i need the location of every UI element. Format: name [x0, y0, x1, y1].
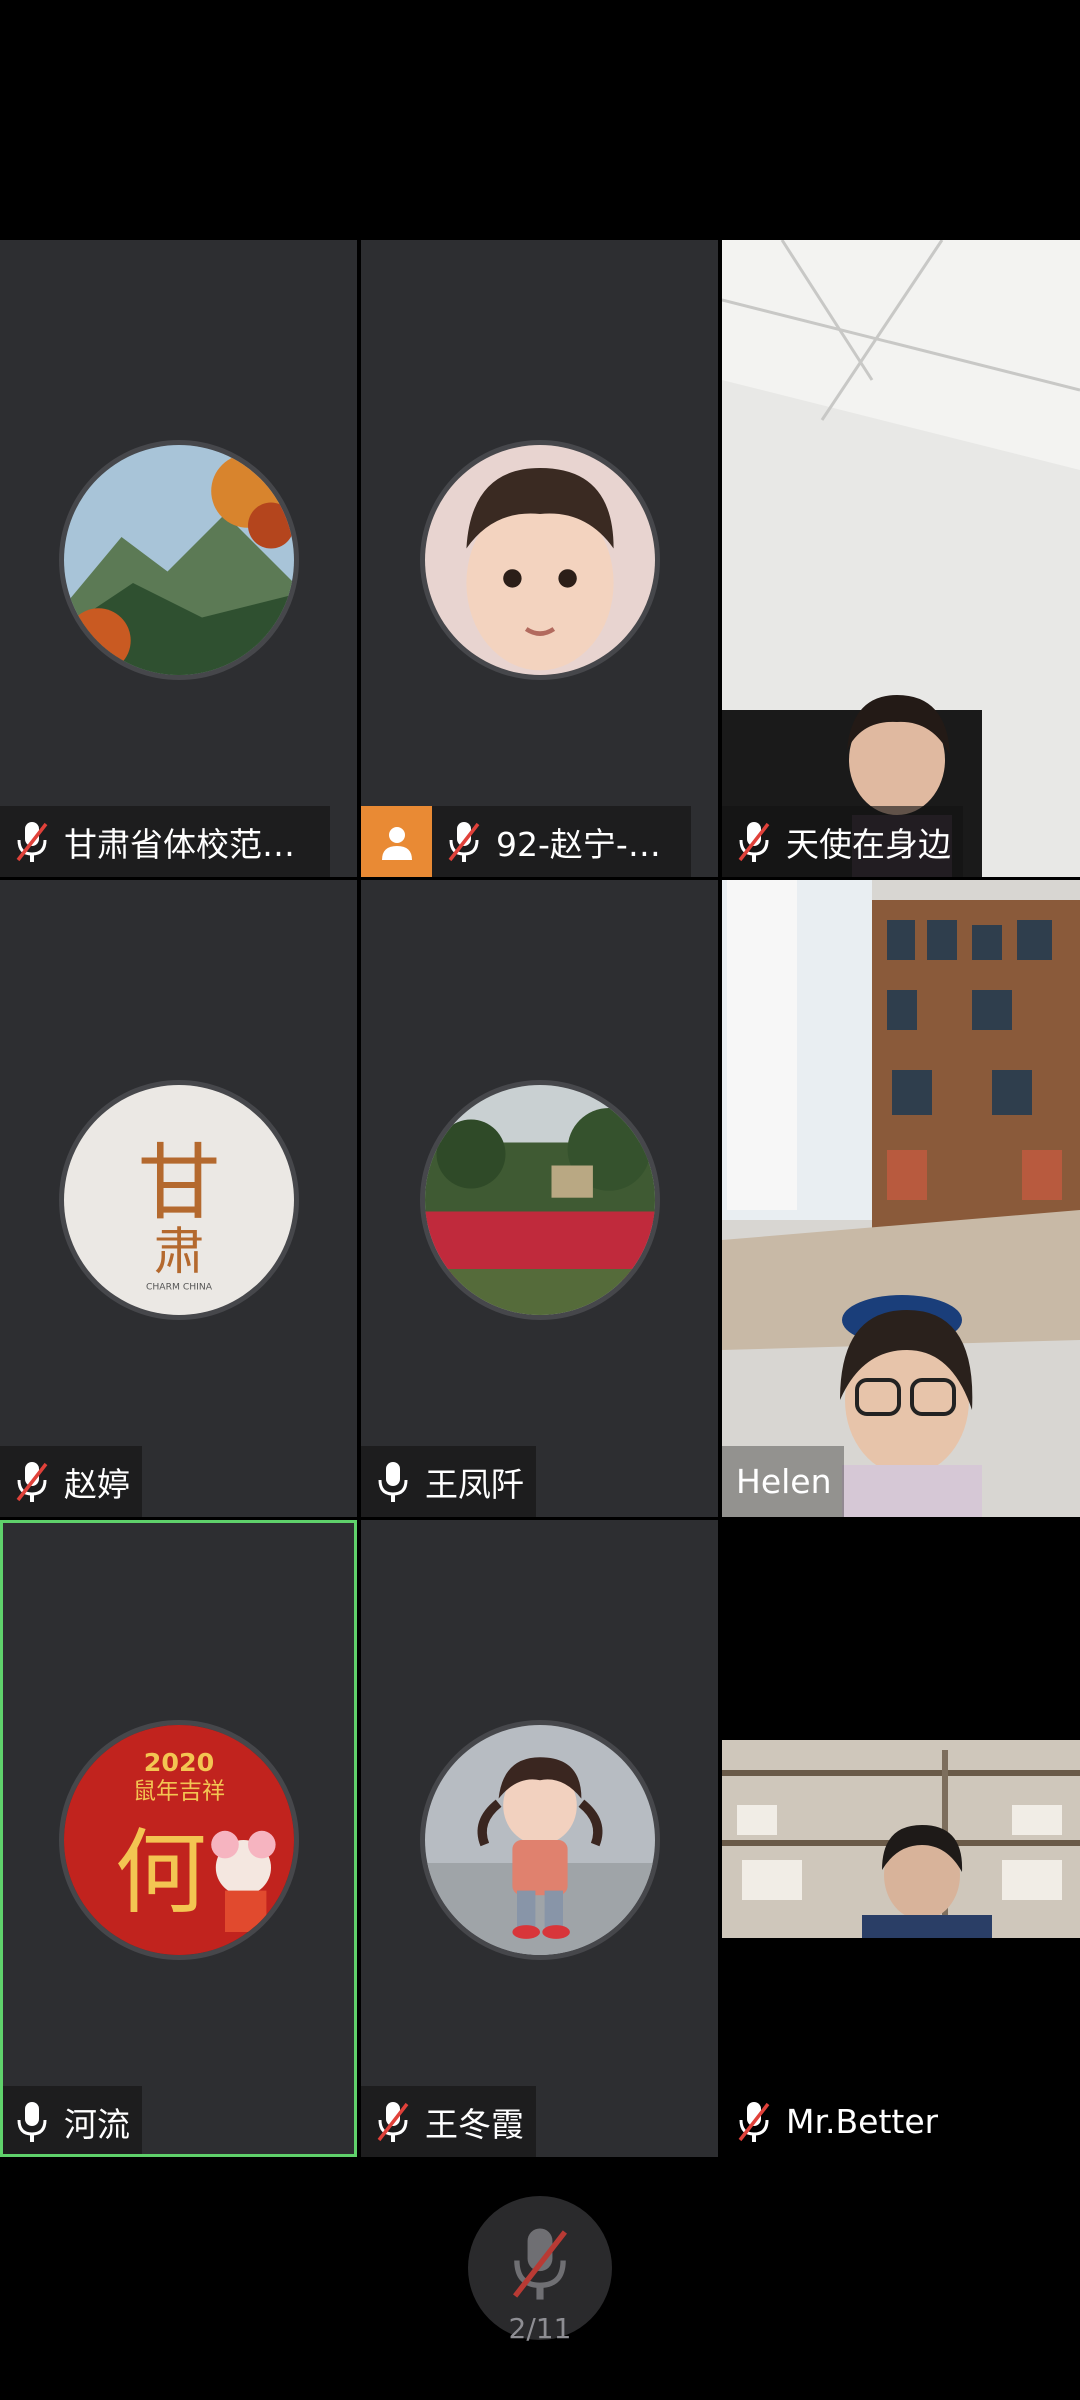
name-tag: 甘肃省体校范剑...	[0, 806, 330, 877]
mic-muted-icon	[738, 821, 770, 862]
mic-muted-icon	[377, 2101, 409, 2142]
participant-name: 赵婷	[64, 1464, 130, 1504]
video-feed	[722, 880, 1080, 1517]
participant-video-tile[interactable]: Mr.Better	[722, 1520, 1080, 2157]
avatar: 2020 鼠年吉祥 何	[59, 1720, 299, 1960]
video-feed	[722, 240, 1080, 877]
participant-tile[interactable]: 王冬霞	[361, 1520, 718, 2157]
name-tag: Helen	[722, 1446, 844, 1517]
video-grid: 甘肃省体校范剑... 92-赵宁-省... 天使在身边 甘 肃 CHARM CH…	[0, 240, 1080, 2157]
avatar	[420, 1720, 660, 1960]
name-tag: 河流	[3, 2086, 142, 2154]
participant-name: 甘肃省体校范剑...	[64, 824, 318, 864]
mic-icon	[378, 1461, 408, 1502]
participant-name: 92-赵宁-省...	[496, 824, 679, 864]
participant-name: 王凤阡	[425, 1464, 524, 1504]
participant-tile[interactable]: 甘 肃 CHARM CHINA 赵婷	[0, 880, 357, 1517]
avatar: 甘 肃 CHARM CHINA	[59, 1080, 299, 1320]
mic-muted-icon	[16, 821, 48, 862]
name-tag: 赵婷	[0, 1446, 142, 1517]
mic-muted-icon	[448, 821, 480, 862]
name-tag: Mr.Better	[722, 2086, 950, 2157]
svg-text:2020: 2020	[144, 1748, 214, 1777]
participant-name: 天使在身边	[786, 824, 951, 864]
video-feed	[722, 1520, 1080, 2157]
participant-tile[interactable]: 王凤阡	[361, 880, 718, 1517]
participant-name: Mr.Better	[786, 2102, 939, 2141]
svg-text:甘: 甘	[138, 1135, 221, 1232]
name-tag: 天使在身边	[722, 806, 963, 877]
mic-icon	[17, 2101, 47, 2142]
mic-muted-icon	[513, 2228, 567, 2300]
participant-name: 王冬霞	[425, 2104, 524, 2144]
host-badge	[361, 806, 432, 877]
participant-tile-active-speaker[interactable]: 2020 鼠年吉祥 何 河流	[0, 1520, 357, 2157]
name-tag: 92-赵宁-省...	[361, 806, 691, 877]
avatar	[420, 440, 660, 680]
mic-muted-icon	[738, 2101, 770, 2142]
participant-video-tile[interactable]: Helen	[722, 880, 1080, 1517]
name-tag: 王冬霞	[361, 2086, 536, 2157]
participant-name: Helen	[736, 1462, 832, 1501]
svg-text:肃: 肃	[154, 1222, 205, 1281]
participant-tile[interactable]: 92-赵宁-省...	[361, 240, 718, 877]
svg-text:鼠年吉祥: 鼠年吉祥	[133, 1779, 225, 1805]
avatar	[420, 1080, 660, 1320]
name-tag: 王凤阡	[361, 1446, 536, 1517]
mic-muted-icon	[16, 1461, 48, 1502]
logo-text: CHARM CHINA	[146, 1282, 213, 1293]
participant-name: 河流	[64, 2104, 130, 2144]
svg-text:何: 何	[115, 1819, 207, 1926]
page-indicator: 2/11	[508, 2312, 572, 2345]
person-icon	[381, 826, 412, 860]
avatar	[59, 440, 299, 680]
participant-tile[interactable]: 甘肃省体校范剑...	[0, 240, 357, 877]
participant-video-tile[interactable]: 天使在身边	[722, 240, 1080, 877]
